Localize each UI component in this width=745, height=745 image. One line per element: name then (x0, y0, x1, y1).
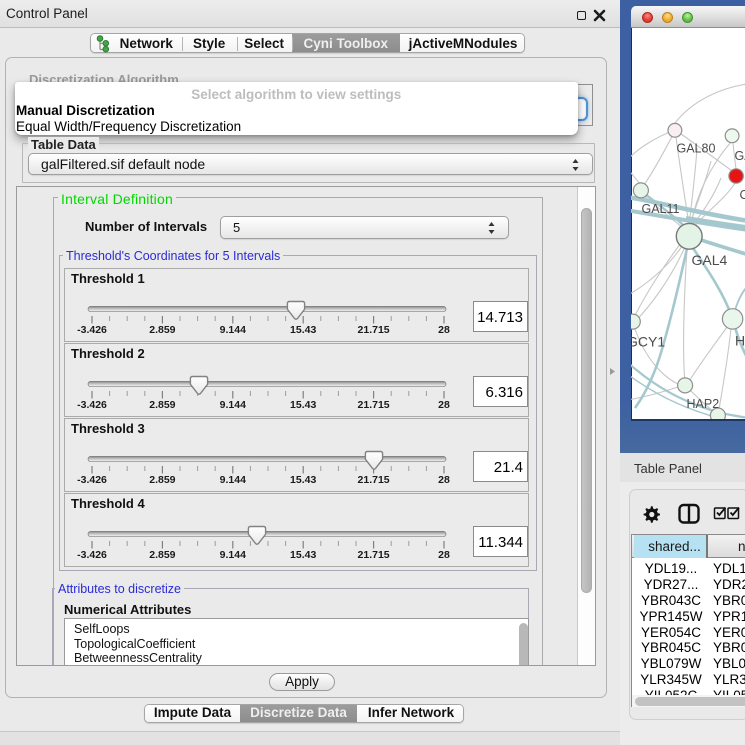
svg-text:C: C (740, 188, 745, 202)
svg-text:GAL11: GAL11 (642, 202, 680, 216)
svg-text:HAP2: HAP2 (687, 397, 720, 411)
svg-text:H: H (735, 333, 745, 349)
svg-text:GCY1: GCY1 (631, 334, 665, 350)
svg-text:GAL80: GAL80 (677, 142, 716, 156)
svg-text:GA: GA (735, 149, 745, 163)
svg-text:GAL4: GAL4 (692, 252, 728, 268)
